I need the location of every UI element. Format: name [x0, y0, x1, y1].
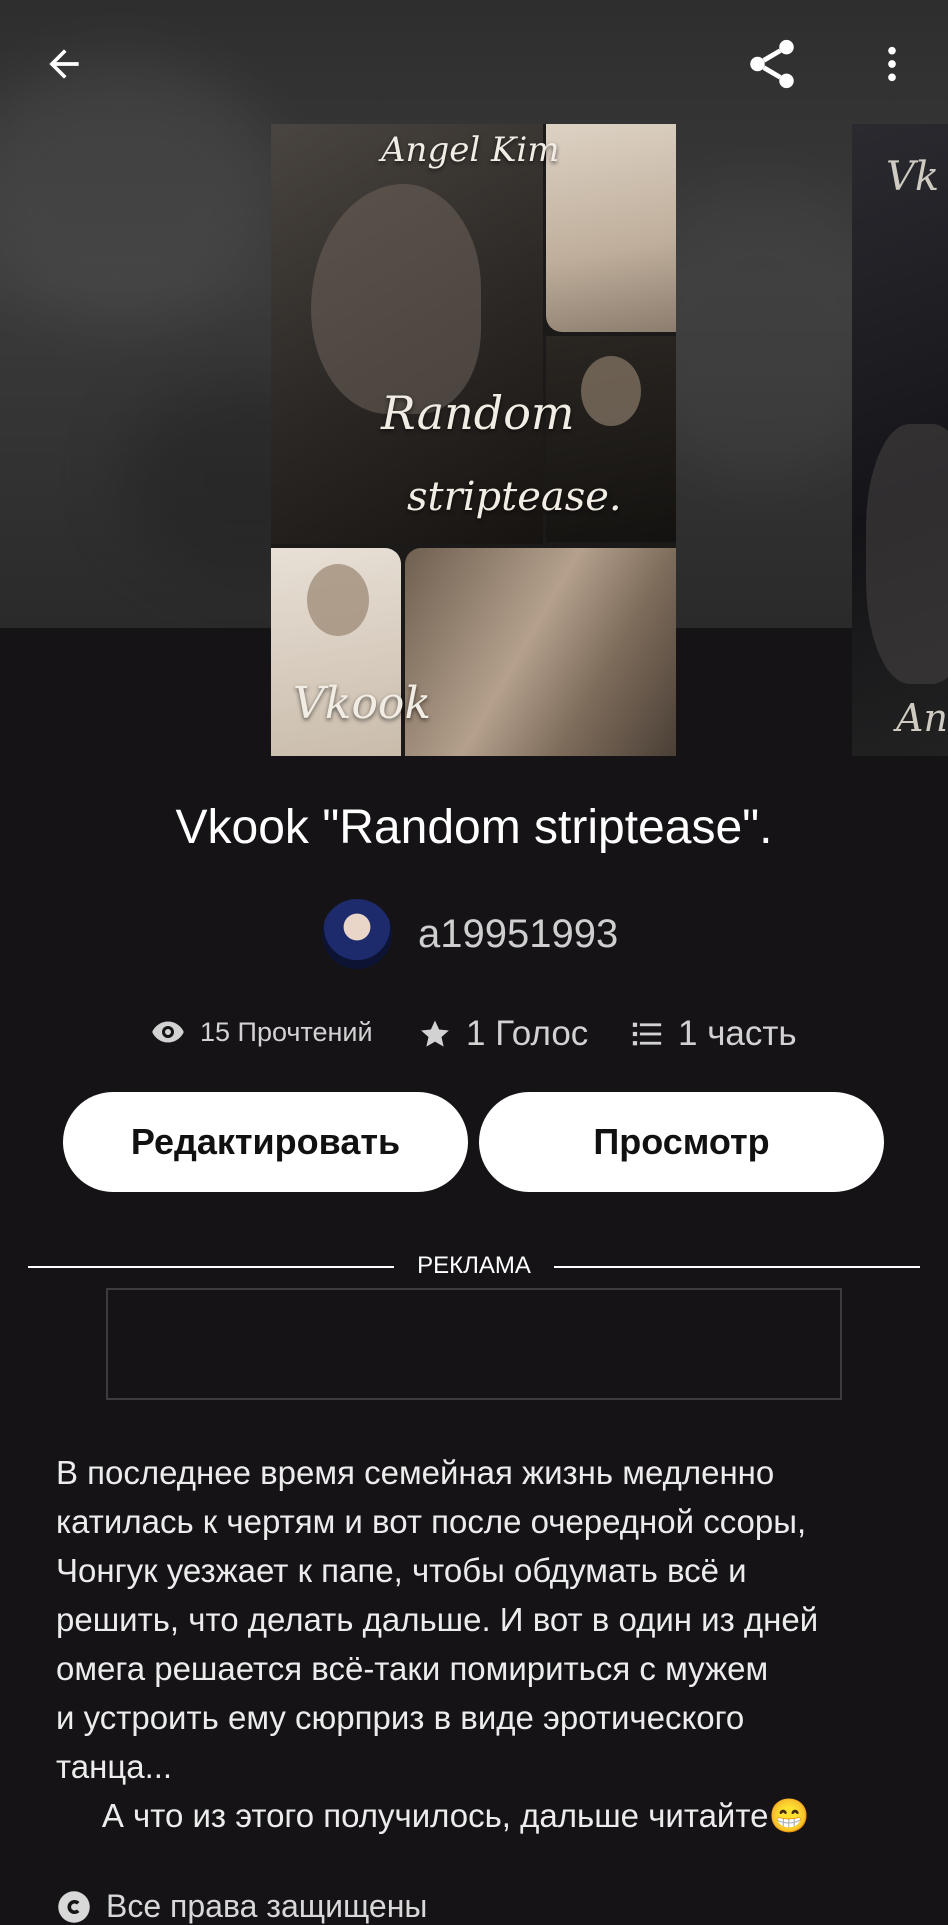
- preview-button[interactable]: Просмотр: [479, 1092, 884, 1192]
- arrow-left-icon: [49, 49, 79, 79]
- more-vertical-icon: [888, 46, 896, 82]
- cover-ship-text: Vkook: [293, 678, 432, 729]
- ad-banner[interactable]: [106, 1288, 842, 1400]
- share-icon: [750, 39, 794, 89]
- reads-stat: 15 Прочтений: [150, 1014, 373, 1050]
- reads-count: 15 Прочтений: [200, 1016, 373, 1047]
- next-story-cover[interactable]: Vk An: [852, 124, 948, 756]
- cover-title-line1: Random: [381, 386, 575, 440]
- eye-icon: [152, 1021, 184, 1043]
- story-description: В последнее время семейная жизнь медленн…: [56, 1454, 819, 1834]
- copyright-icon: [58, 1890, 90, 1923]
- back-button[interactable]: [32, 32, 96, 96]
- author-row[interactable]: a19951993: [322, 898, 618, 970]
- next-cover-bottom-text: An: [896, 696, 948, 740]
- cover-author-text: Angel Kim: [381, 130, 560, 170]
- cover-title-line2: striptease.: [407, 474, 622, 520]
- copyright-text: Все права защищены: [106, 1888, 428, 1924]
- votes-count: 1 Голос: [466, 1014, 589, 1053]
- edit-button[interactable]: Редактировать: [63, 1092, 468, 1192]
- next-cover-top-text: Vk: [886, 154, 940, 200]
- story-title: Vkook "Random striptease".: [175, 801, 773, 854]
- parts-stat: 1 часть: [630, 1014, 797, 1054]
- copyright-row: Все права защищены: [56, 1888, 427, 1925]
- share-button[interactable]: [740, 32, 804, 96]
- story-stats: 15 Прочтений 1 Голос 1 часть: [0, 1010, 948, 1062]
- more-options-button[interactable]: [860, 32, 924, 96]
- ad-label: РЕКЛАМА: [417, 1252, 531, 1279]
- star-icon: [421, 1020, 449, 1047]
- list-icon: [632, 1022, 662, 1046]
- votes-stat: 1 Голос: [418, 1014, 588, 1054]
- author-name[interactable]: a19951993: [418, 912, 618, 957]
- story-cover[interactable]: Angel Kim Random striptease. Vkook: [271, 124, 676, 756]
- top-app-bar: [0, 0, 948, 130]
- parts-count: 1 часть: [678, 1014, 797, 1053]
- avatar[interactable]: [322, 899, 392, 969]
